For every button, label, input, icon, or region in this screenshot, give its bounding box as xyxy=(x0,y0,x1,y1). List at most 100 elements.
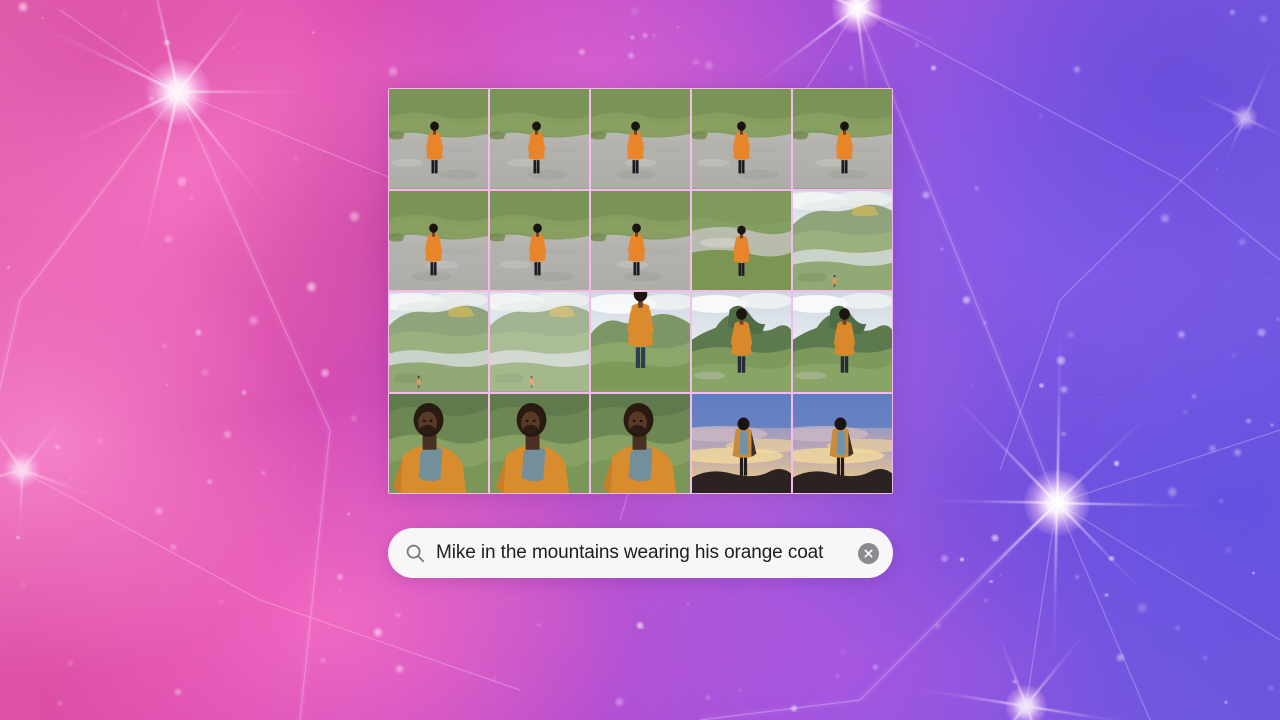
dust-mote xyxy=(1237,238,1246,247)
dust-mote xyxy=(6,265,11,270)
dust-mote xyxy=(321,658,325,664)
dust-mote xyxy=(839,648,847,656)
result-image-r2c2[interactable] xyxy=(490,190,589,290)
dust-mote xyxy=(959,556,965,563)
dust-mote xyxy=(1233,448,1242,458)
dust-mote xyxy=(1218,498,1225,503)
dust-mote xyxy=(651,33,656,39)
result-image-r3c4[interactable] xyxy=(692,292,791,392)
result-image-r1c4[interactable] xyxy=(692,89,791,189)
dust-mote xyxy=(915,42,919,47)
dust-mote xyxy=(1167,485,1178,498)
dust-mote xyxy=(292,464,296,469)
result-image-r1c1[interactable] xyxy=(389,89,488,189)
dust-mote xyxy=(1176,331,1187,338)
result-image-r1c3[interactable] xyxy=(591,89,690,189)
result-image-r2c5[interactable] xyxy=(793,190,892,290)
result-image-r1c2[interactable] xyxy=(490,89,589,189)
dust-mote xyxy=(173,687,184,697)
dust-mote xyxy=(248,314,260,326)
starburst-0 xyxy=(28,0,328,268)
dust-mote xyxy=(984,598,988,602)
dust-mote xyxy=(983,321,987,324)
dust-mote xyxy=(338,589,342,592)
dust-mote xyxy=(69,475,73,481)
result-image-r4c1[interactable] xyxy=(389,393,488,493)
dust-mote xyxy=(1251,570,1256,575)
dust-mote xyxy=(1224,700,1229,706)
result-image-r2c3[interactable] xyxy=(591,190,690,290)
dust-mote xyxy=(970,383,974,387)
clear-search-button[interactable] xyxy=(858,542,879,564)
dust-mote xyxy=(15,535,21,541)
dust-mote xyxy=(1075,575,1080,579)
result-image-r4c3[interactable] xyxy=(591,393,690,493)
app-root xyxy=(0,0,1280,720)
dust-mote xyxy=(493,676,497,680)
dust-mote xyxy=(1038,382,1045,389)
dust-mote xyxy=(21,582,27,587)
dust-mote xyxy=(18,0,29,14)
dust-mote xyxy=(705,694,710,700)
dust-mote xyxy=(1275,317,1280,323)
search-bar[interactable] xyxy=(388,528,893,578)
dust-mote xyxy=(195,329,202,336)
dust-mote xyxy=(1060,431,1067,437)
dust-mote xyxy=(973,187,979,191)
dust-mote xyxy=(311,30,316,34)
dust-mote xyxy=(190,196,193,199)
dust-mote xyxy=(177,510,180,513)
dust-mote xyxy=(939,554,950,564)
dust-mote xyxy=(614,696,626,707)
dust-mote xyxy=(737,688,742,693)
dust-mote xyxy=(1259,14,1269,23)
dust-mote xyxy=(970,509,975,515)
dust-mote xyxy=(1072,66,1082,74)
dust-mote xyxy=(96,436,103,444)
search-input[interactable] xyxy=(436,542,858,564)
result-image-r4c2[interactable] xyxy=(490,393,589,493)
dust-mote xyxy=(1228,8,1236,17)
result-image-r4c5[interactable] xyxy=(793,393,892,493)
search-icon xyxy=(404,542,426,564)
dust-mote xyxy=(834,674,841,680)
dust-mote xyxy=(636,621,645,631)
result-image-r4c4[interactable] xyxy=(692,393,791,493)
dust-mote xyxy=(1256,328,1267,337)
result-image-r2c4[interactable] xyxy=(692,190,791,290)
dust-mote xyxy=(790,704,798,713)
dust-mote xyxy=(1104,592,1110,598)
search-results-grid xyxy=(388,88,893,494)
dust-mote xyxy=(961,294,972,306)
result-image-r3c2[interactable] xyxy=(490,292,589,392)
dust-mote xyxy=(1225,546,1233,553)
result-image-r1c5[interactable] xyxy=(793,89,892,189)
dust-mote xyxy=(929,65,938,71)
dust-mote xyxy=(534,622,542,628)
dust-mote xyxy=(1059,386,1069,393)
dust-mote xyxy=(205,478,213,485)
dust-mote xyxy=(349,210,360,224)
result-image-r3c5[interactable] xyxy=(793,292,892,392)
dust-mote xyxy=(1268,278,1271,281)
dust-mote xyxy=(306,281,317,294)
result-image-r3c1[interactable] xyxy=(389,292,488,392)
dust-mote xyxy=(319,367,330,379)
dust-mote xyxy=(988,579,994,584)
dust-mote xyxy=(1116,652,1126,662)
dust-mote xyxy=(122,13,128,17)
dust-mote xyxy=(388,64,399,78)
dust-mote xyxy=(848,65,854,71)
dust-mote xyxy=(1230,353,1238,359)
dust-mote xyxy=(1107,555,1116,562)
starburst-4 xyxy=(0,384,107,555)
dust-mote xyxy=(1174,625,1181,630)
dust-mote xyxy=(154,506,165,516)
result-image-r3c3[interactable] xyxy=(591,292,690,392)
dust-mote xyxy=(241,388,248,396)
result-image-r2c1[interactable] xyxy=(389,190,488,290)
dust-mote xyxy=(163,39,172,47)
dust-mote xyxy=(346,511,351,516)
dust-mote xyxy=(1201,653,1209,663)
dust-mote xyxy=(41,16,45,19)
